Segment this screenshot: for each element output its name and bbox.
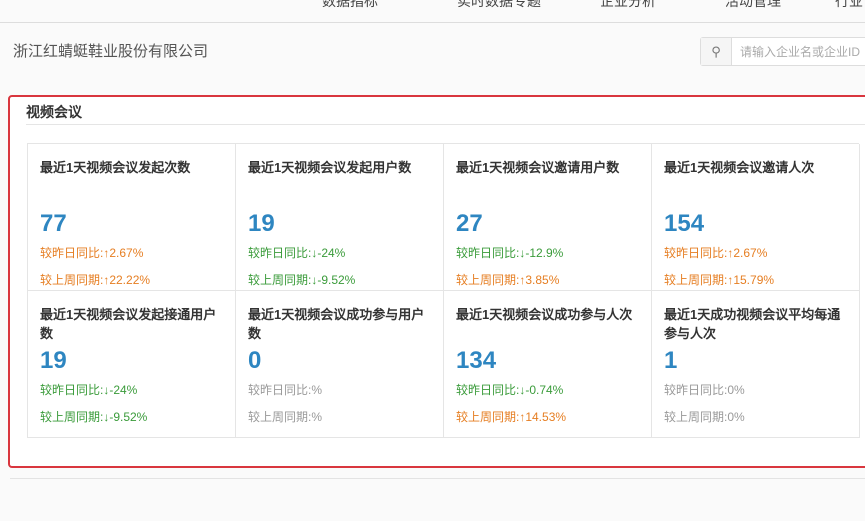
top-nav: 数据指标 实时数据专题 企业分析 活动管理 行业 [0,0,865,23]
nav-item-enterprise[interactable]: 企业分析 [600,0,656,11]
metric-title: 最近1天视频会议成功参与人次 [456,307,633,322]
search-icon[interactable]: ⚲ [701,38,732,65]
divider [26,124,865,125]
week-comparison: 较上周同期:↑15.79% [664,273,775,287]
metric-title: 最近1天视频会议成功参与用户数 [248,307,425,341]
week-comparison: 较上周同期:↓-9.52% [40,410,148,424]
metric-value: 19 [248,210,275,237]
metrics-grid: 最近1天视频会议发起次数 77 较昨日同比:↑2.67% 较上周同期:↑22.2… [27,143,860,438]
day-comparison: 较昨日同比:↑2.67% [664,246,768,260]
day-comparison: 较昨日同比:↓-24% [248,246,346,260]
week-comparison: 较上周同期:↑14.53% [456,410,567,424]
day-comparison: 较昨日同比:% [248,383,323,397]
metric-title: 最近1天视频会议发起次数 [40,160,191,175]
day-comparison: 较昨日同比:↓-12.9% [456,246,564,260]
metric-value: 19 [40,347,67,374]
metric-value: 77 [40,210,67,237]
metric-title: 最近1天视频会议邀请人次 [664,160,815,175]
metric-value: 27 [456,210,483,237]
metric-card: 最近1天视频会议发起次数 77 较昨日同比:↑2.67% 较上周同期:↑22.2… [28,144,236,291]
video-meeting-panel: 视频会议 最近1天视频会议发起次数 77 较昨日同比:↑2.67% 较上周同期:… [8,95,865,468]
metric-value: 0 [248,347,262,374]
search-input[interactable] [732,38,865,65]
metric-card: 最近1天视频会议邀请人次 154 较昨日同比:↑2.67% 较上周同期:↑15.… [652,144,860,291]
week-comparison: 较上周同期:↑3.85% [456,273,560,287]
section-title: 视频会议 [26,104,82,120]
day-comparison: 较昨日同比:↑2.67% [40,246,144,260]
divider [10,478,865,479]
week-comparison: 较上周同期:↑22.22% [40,273,151,287]
nav-item-metrics[interactable]: 数据指标 [322,0,378,11]
metric-title: 最近1天成功视频会议平均每通参与人次 [664,307,841,341]
week-comparison: 较上周同期:0% [664,410,745,424]
nav-item-industry[interactable]: 行业 [835,0,863,11]
metric-card: 最近1天视频会议发起接通用户数 19 较昨日同比:↓-24% 较上周同期:↓-9… [28,291,236,438]
week-comparison: 较上周同期:% [248,410,323,424]
day-comparison: 较昨日同比:↓-0.74% [456,383,564,397]
metric-title: 最近1天视频会议发起接通用户数 [40,307,217,341]
week-comparison: 较上周同期:↓-9.52% [248,273,356,287]
metric-title: 最近1天视频会议邀请用户数 [456,160,620,175]
metric-value: 1 [664,347,678,374]
nav-item-realtime[interactable]: 实时数据专题 [457,0,541,11]
metric-title: 最近1天视频会议发起用户数 [248,160,412,175]
day-comparison: 较昨日同比:0% [664,383,745,397]
search-box: ⚲ [700,37,865,66]
metric-card: 最近1天视频会议发起用户数 19 较昨日同比:↓-24% 较上周同期:↓-9.5… [236,144,444,291]
metric-card: 最近1天视频会议邀请用户数 27 较昨日同比:↓-12.9% 较上周同期:↑3.… [444,144,652,291]
metric-card: 最近1天成功视频会议平均每通参与人次 1 较昨日同比:0% 较上周同期:0% [652,291,860,438]
company-name: 浙江红蜻蜓鞋业股份有限公司 [13,43,209,60]
day-comparison: 较昨日同比:↓-24% [40,383,138,397]
metric-card: 最近1天视频会议成功参与人次 134 较昨日同比:↓-0.74% 较上周同期:↑… [444,291,652,438]
metric-value: 134 [456,347,497,374]
nav-item-activity[interactable]: 活动管理 [725,0,781,11]
metric-value: 154 [664,210,705,237]
metric-card: 最近1天视频会议成功参与用户数 0 较昨日同比:% 较上周同期:% [236,291,444,438]
